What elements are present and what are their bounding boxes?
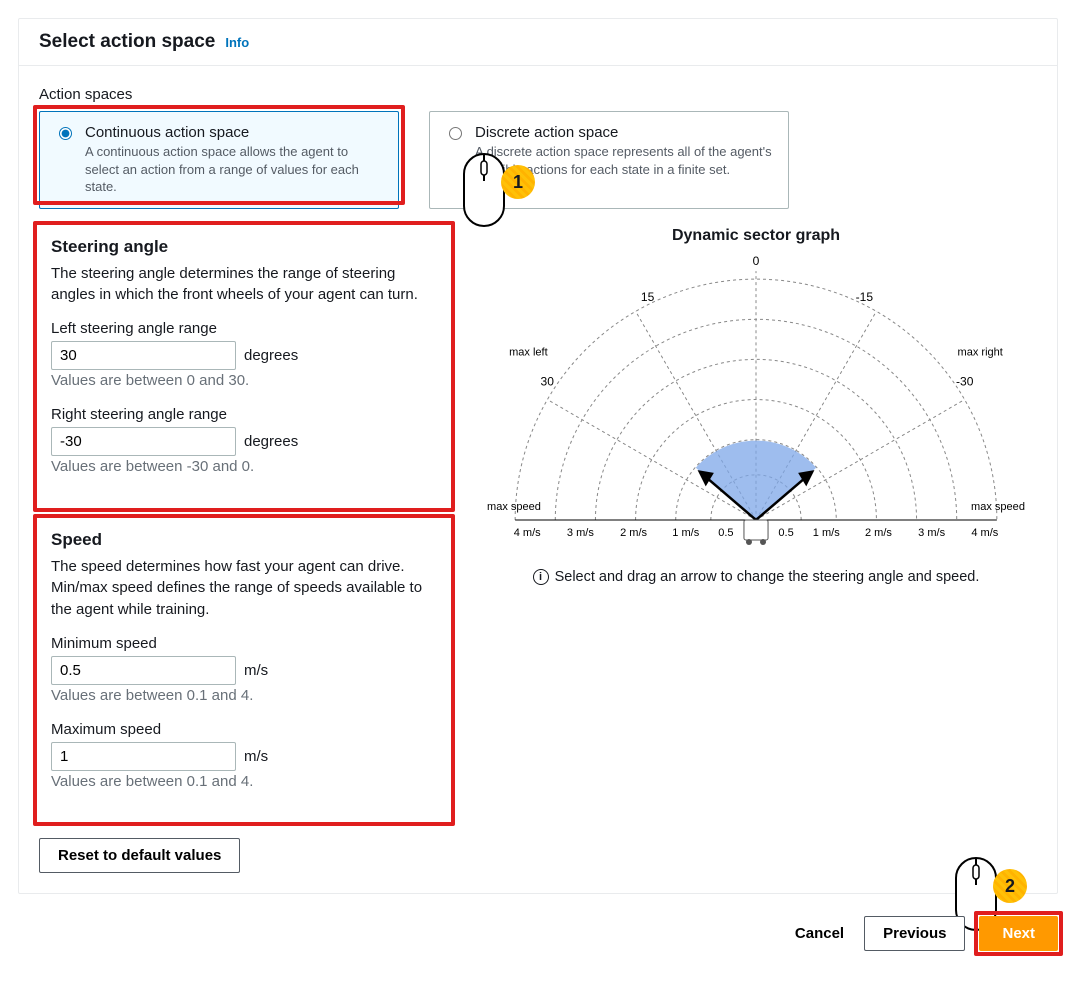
svg-text:max speed: max speed [971,501,1025,513]
reset-button[interactable]: Reset to default values [39,838,240,873]
max-speed-input[interactable] [51,742,236,771]
action-space-radio-group: Continuous action space A continuous act… [39,111,1037,209]
svg-text:2 m/s: 2 m/s [865,527,892,539]
max-speed-unit: m/s [244,748,268,765]
svg-text:15: 15 [641,290,655,304]
svg-text:-15: -15 [856,290,874,304]
svg-text:2 m/s: 2 m/s [620,527,647,539]
cancel-button[interactable]: Cancel [789,924,850,943]
svg-text:max right: max right [958,346,1003,358]
right-steering-input[interactable] [51,427,236,456]
right-steering-label: Right steering angle range [51,406,437,423]
min-speed-input[interactable] [51,656,236,685]
svg-text:3 m/s: 3 m/s [567,527,594,539]
wizard-footer: Cancel Previous Next [18,916,1058,951]
svg-text:0: 0 [753,254,760,268]
steering-block: Steering angle The steering angle determ… [39,227,449,506]
action-space-panel: Select action space Info Action spaces C… [18,18,1058,894]
max-speed-label: Maximum speed [51,721,437,738]
continuous-title: Continuous action space [85,124,384,141]
previous-button[interactable]: Previous [864,916,965,951]
graph-help: i Select and drag an arrow to change the… [475,569,1037,585]
min-speed-label: Minimum speed [51,635,437,652]
svg-text:max left: max left [509,346,548,358]
discrete-title: Discrete action space [475,124,774,141]
right-steering-hint: Values are between -30 and 0. [51,456,437,478]
speed-desc: The speed determines how fast your agent… [51,556,437,621]
svg-text:1 m/s: 1 m/s [672,527,699,539]
info-link[interactable]: Info [225,35,249,50]
min-speed-hint: Values are between 0.1 and 4. [51,685,437,707]
svg-text:4 m/s: 4 m/s [514,527,541,539]
min-speed-unit: m/s [244,662,268,679]
page-title: Select action space [39,31,215,53]
graph-title: Dynamic sector graph [475,227,1037,245]
svg-text:30: 30 [541,374,555,388]
svg-text:-30: -30 [956,374,974,388]
steering-desc: The steering angle determines the range … [51,263,437,307]
info-icon: i [533,569,549,585]
discrete-radio[interactable] [449,126,462,141]
continuous-desc: A continuous action space allows the age… [85,143,384,196]
left-steering-label: Left steering angle range [51,320,437,337]
max-speed-hint: Values are between 0.1 and 4. [51,771,437,793]
speed-block: Speed The speed determines how fast your… [39,520,449,821]
svg-text:3 m/s: 3 m/s [918,527,945,539]
sector-graph-svg[interactable]: 0 15 -15 30 -30 max left max right max s… [475,251,1037,552]
left-steering-unit: degrees [244,347,298,364]
annotation-badge-1: 1 [501,165,535,199]
next-button[interactable]: Next [979,916,1058,951]
svg-text:max speed: max speed [487,501,541,513]
left-steering-input[interactable] [51,341,236,370]
action-spaces-label: Action spaces [39,86,1037,103]
svg-text:4 m/s: 4 m/s [971,527,998,539]
speed-heading: Speed [51,530,437,550]
continuous-action-space-card[interactable]: Continuous action space A continuous act… [39,111,399,209]
dynamic-sector-graph: Dynamic sector graph [475,227,1037,874]
steering-heading: Steering angle [51,237,437,257]
annotation-mouse-1: 1 [461,151,535,229]
left-steering-hint: Values are between 0 and 30. [51,370,437,392]
mouse-icon [461,151,507,229]
svg-text:0.5: 0.5 [718,527,733,539]
right-steering-unit: degrees [244,433,298,450]
annotation-badge-2: 2 [993,869,1027,903]
svg-text:1 m/s: 1 m/s [813,527,840,539]
svg-text:0.5: 0.5 [778,527,793,539]
continuous-radio[interactable] [59,126,72,141]
panel-header: Select action space Info [19,19,1057,66]
